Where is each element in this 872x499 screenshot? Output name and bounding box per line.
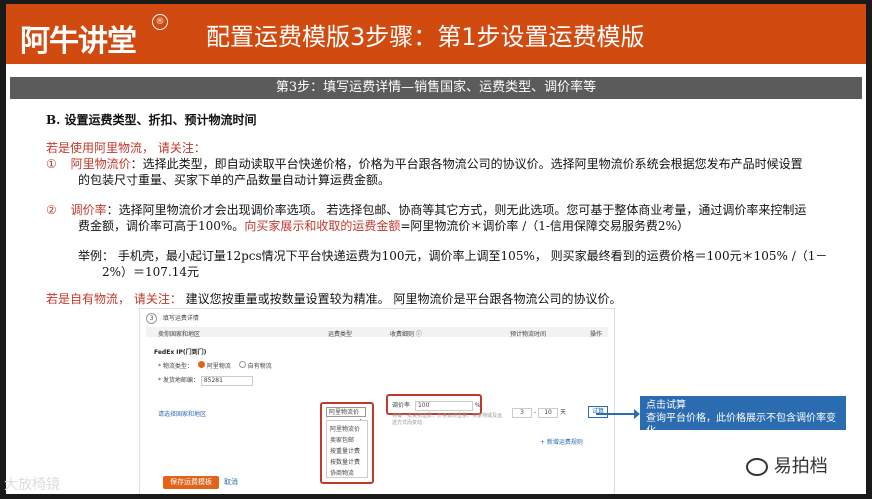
add-rule-link[interactable]: + 新增运费规则 (540, 437, 583, 446)
logistics-type-label: * 物流类型： (158, 363, 193, 370)
callout-line1: 点击试算 (646, 400, 686, 411)
slide-title: 配置运费模版3步骤：第1步设置运费模版 (206, 23, 645, 51)
carrier-name: FedEx IP(门到门) (154, 349, 207, 356)
rules-note: 将每一批货物运费，价格会随重量、买家地域及运送方式而变动 (392, 413, 503, 426)
watermark-text: 易拍档 (773, 456, 828, 477)
col-header-action: 操作 (590, 331, 603, 338)
time-to-input[interactable]: 10 (538, 408, 559, 418)
time-from-input[interactable]: 3 (512, 408, 532, 418)
logo: 阿牛讲堂 ® (20, 12, 170, 59)
slide-header: 阿牛讲堂 ® 配置运费模版3步骤：第1步设置运费模版 (6, 4, 866, 64)
arrow-icon (596, 409, 640, 419)
embedded-shipping-form: 3 填写运费详情 卖你国家和地区 运费类型 收费细则 ⓘ 预计物流时间 操作 F… (139, 308, 615, 494)
highlight-type-box (320, 402, 374, 484)
slide: 阿牛讲堂 ® 配置运费模版3步骤：第1步设置运费模版 第3步：填写运费详情—销售… (6, 4, 866, 494)
example-line2: 2%）＝107.14元 (102, 265, 200, 279)
radio-ali-label: 阿里物流 (206, 363, 231, 370)
radio-self-logistics[interactable] (238, 361, 246, 368)
radio-self-label: 自有物流 (247, 363, 272, 370)
step-number: 3 (146, 313, 157, 324)
zip-label: * 发货地邮编： (158, 377, 199, 384)
zip-input[interactable]: 85281 (200, 376, 253, 386)
callout-line2: 查询平台价格，此价格展示不包含调价率变化 (646, 413, 836, 437)
selfship-heading: 若是自有物流， 请关注： (46, 292, 182, 306)
corner-overlay: 大放椅镜 (4, 474, 60, 494)
item1-text-cont: 的包装尺寸重量、买家下单的产品数量自动计算运费金额。 (78, 173, 391, 187)
item1-label: 阿里物流价 (70, 157, 131, 171)
item2-highlight: 向买家展示和收取的运费金额 (244, 219, 401, 233)
time-unit: 天 (559, 409, 566, 416)
save-template-button[interactable]: 保存运费模板 (163, 476, 219, 489)
step-title: 填写运费详情 (162, 315, 199, 322)
item2-number: ② (46, 203, 57, 217)
corner-overlay-text: 大放椅镜 (4, 477, 60, 493)
watermark: 易拍档 (746, 452, 866, 482)
item2-text: ：选择阿里物流价才会出现调价率选项。 若选择包邮、协商等其它方式，则无此选项。您… (106, 203, 807, 217)
highlight-adjust-box (386, 394, 482, 415)
select-region-link[interactable]: 请选择国家和地区 (158, 409, 206, 418)
item2-label: 调价率 (70, 203, 107, 217)
col-header-time: 预计物流时间 (510, 331, 547, 338)
example-line1: 举例： 手机壳，最小起订量12pcs情况下平台快递运费为100元，调价率上调至1… (78, 249, 828, 263)
col-header-region: 卖你国家和地区 (158, 331, 201, 338)
col-header-rules: 收费细则 ⓘ (390, 331, 422, 338)
aliship-heading: 若是使用阿里物流， 请关注： (46, 141, 206, 155)
col-header-type: 运费类型 (328, 331, 353, 338)
section-b-heading: B. 设置运费类型、折扣、预计物流时间 (46, 113, 257, 127)
trial-callout: 点击试算 查询平台价格，此价格展示不包含调价率变化 (640, 396, 846, 437)
item1-text: ：选择此类型，即自动读取平台快递价格，价格为平台跟各物流公司的协议价。选择阿里物… (130, 157, 803, 171)
item2-text-cont: 费金额，调价率可高于100%。 (78, 219, 245, 233)
wechat-icon (746, 458, 768, 476)
cancel-link[interactable]: 取消 (224, 477, 238, 487)
step-subtitle: 第3步：填写运费详情—销售国家、运费类型、调价率等 (10, 77, 862, 99)
radio-ali-logistics[interactable] (197, 361, 205, 368)
selfship-text: 建议您按重量或按数量设置较为精准。 阿里物流价是平台跟各物流公司的协议价。 (181, 292, 622, 306)
item1-number: ① (46, 157, 57, 171)
registered-mark: ® (152, 14, 168, 30)
logo-text: 阿牛讲堂 (20, 24, 137, 59)
item2-formula: =阿里物流价＊调价率 /（1-信用保障交易服务费2%） (400, 219, 689, 233)
trial-calc-button[interactable]: 试算 (588, 406, 608, 418)
